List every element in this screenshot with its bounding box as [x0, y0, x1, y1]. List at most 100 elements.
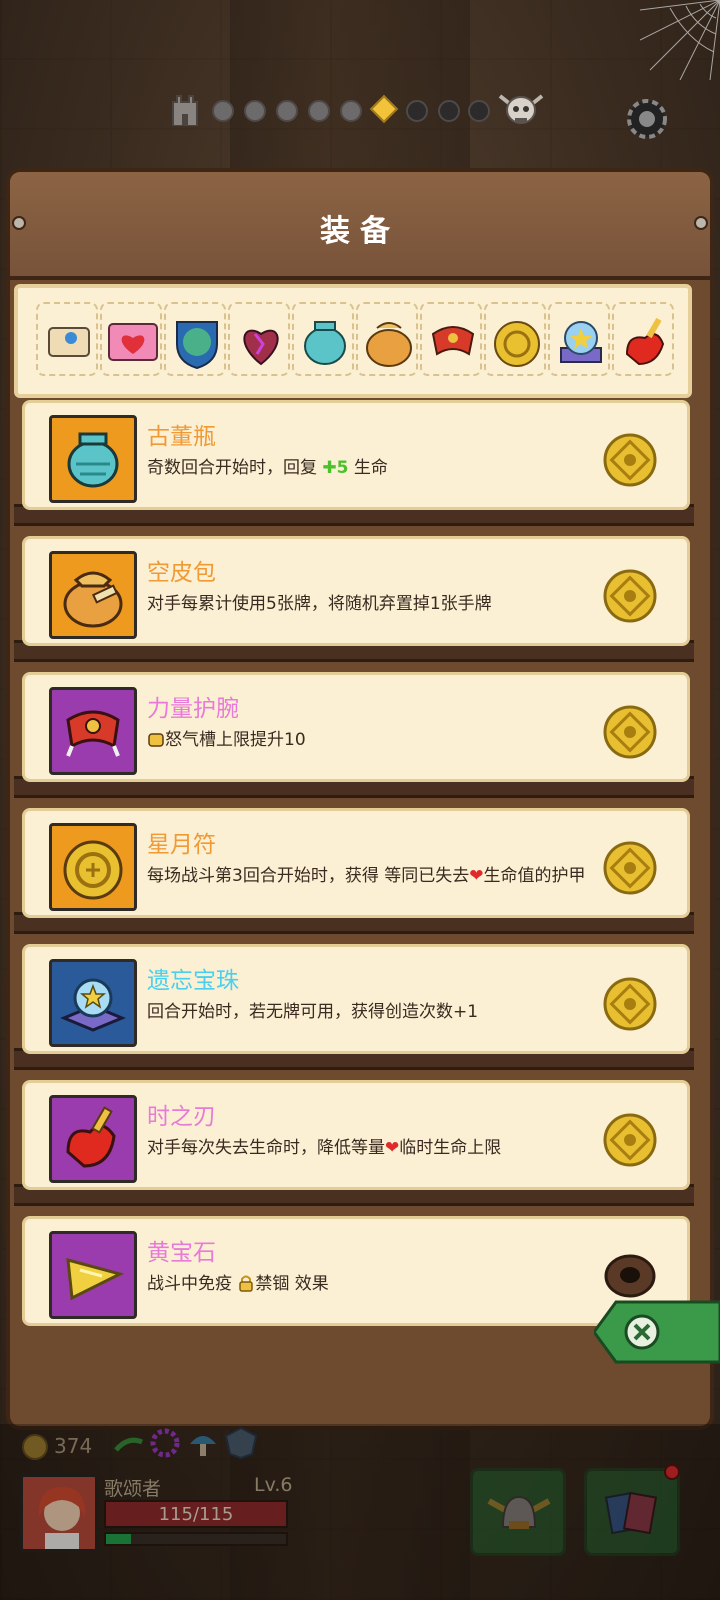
heart-icon: ❤ — [385, 1138, 400, 1158]
blade-icon — [66, 1106, 116, 1168]
item-description: 对手每次失去生命时，降低等量❤临时生命上限 — [147, 1138, 502, 1158]
strip-item-scroll[interactable] — [36, 302, 98, 376]
cards-icon — [604, 1491, 658, 1535]
xp-bar — [104, 1532, 288, 1546]
strip-item-bracer[interactable] — [420, 302, 482, 376]
equipment-card[interactable]: 古董瓶 奇数回合开始时，回复 ✚5 生命 — [22, 400, 690, 510]
player-hud: 374 歌颂者 Lv.6 115/115 — [0, 1424, 720, 1600]
vase-icon — [67, 432, 119, 488]
panel-title: 装备 — [320, 214, 400, 249]
bracer-icon — [431, 326, 475, 356]
stage-dot-8 — [438, 100, 460, 122]
strip-item-orb[interactable] — [548, 302, 610, 376]
xp-fill — [106, 1534, 132, 1544]
panel-header: 装备 — [6, 168, 714, 280]
gold-amount: 374 — [54, 1434, 93, 1458]
equipment-card[interactable]: 黄宝石 战斗中免疫 禁锢 效果 — [22, 1216, 690, 1326]
close-panel-button[interactable] — [594, 1300, 720, 1364]
equipment-card[interactable]: 星月符 每场战斗第3回合开始时，获得 等同已失去❤生命值的护甲 — [22, 808, 690, 918]
item-thumbnail — [49, 1231, 137, 1319]
item-description: 回合开始时，若无牌可用，获得创造次数+1 — [147, 1002, 479, 1022]
heal-plus-icon: ✚5 — [322, 458, 349, 478]
coin-icon[interactable] — [603, 1113, 657, 1167]
heart-icon: ❤ — [469, 866, 484, 886]
item-name: 黄宝石 — [147, 1240, 216, 1266]
strip-item-vase[interactable] — [292, 302, 354, 376]
item-thumbnail — [49, 415, 137, 503]
strip-item-amulet[interactable] — [484, 302, 546, 376]
item-description: 战斗中免疫 禁锢 效果 — [147, 1274, 329, 1294]
coin-icon[interactable] — [603, 841, 657, 895]
item-thumbnail — [49, 823, 137, 911]
coin-icon[interactable] — [603, 433, 657, 487]
stage-dot-1 — [212, 100, 234, 122]
scroll-icon — [48, 327, 90, 357]
amulet-icon — [494, 321, 540, 367]
strip-item-dark-heart[interactable] — [228, 302, 290, 376]
equipment-menu-button[interactable] — [470, 1468, 566, 1556]
player-name: 歌颂者 — [104, 1478, 162, 1500]
coin-icon[interactable] — [603, 569, 657, 623]
settings-gear-icon[interactable] — [620, 92, 674, 146]
item-thumbnail — [49, 959, 137, 1047]
stage-dot-2 — [244, 100, 266, 122]
shield-relic-icon[interactable] — [224, 1426, 258, 1460]
card-deck-button[interactable] — [584, 1468, 680, 1556]
strip-item-heart-box[interactable] — [100, 302, 162, 376]
item-thumbnail — [49, 687, 137, 775]
vase-icon — [304, 321, 346, 365]
floor-progress — [160, 92, 560, 132]
player-level: Lv.6 — [254, 1474, 293, 1496]
equipment-icon-strip — [14, 284, 692, 398]
lock-icon — [239, 1275, 254, 1292]
hp-bar: 115/115 — [104, 1500, 288, 1528]
equipment-card[interactable]: 空皮包 对手每累计使用5张牌，将随机弃置掉1张手牌 — [22, 536, 690, 646]
coin-icon[interactable] — [603, 705, 657, 759]
equipment-list: 古董瓶 奇数回合开始时，回复 ✚5 生命 空皮包 对手每累计使用5张牌，将随机弃… — [14, 400, 694, 1360]
dark-heart-icon — [243, 329, 279, 366]
equipment-card[interactable]: 遗忘宝珠 回合开始时，若无牌可用，获得创造次数+1 — [22, 944, 690, 1054]
singer-portrait-icon — [23, 1477, 95, 1549]
stage-dot-4 — [308, 100, 330, 122]
item-description: 每场战斗第3回合开始时，获得 等同已失去❤生命值的护甲 — [147, 866, 586, 886]
hp-text: 115/115 — [158, 1504, 234, 1525]
castle-icon — [172, 95, 198, 126]
spiderweb-decoration — [640, 0, 720, 80]
item-name: 空皮包 — [147, 560, 216, 586]
item-description: 奇数回合开始时，回复 ✚5 生命 — [147, 458, 388, 478]
orb-icon — [560, 321, 602, 363]
item-thumbnail — [49, 1095, 137, 1183]
lizard-relic-icon[interactable] — [112, 1426, 146, 1460]
gold-coin-icon — [22, 1434, 48, 1460]
rage-fist-icon — [148, 733, 164, 747]
item-description: 怒气槽上限提升10 — [147, 729, 597, 752]
ring-relic-icon[interactable] — [148, 1426, 182, 1460]
equipment-card[interactable]: 时之刃 对手每次失去生命时，降低等量❤临时生命上限 — [22, 1080, 690, 1190]
bracer-icon — [66, 710, 120, 757]
strip-item-monster-shield[interactable] — [164, 302, 226, 376]
current-stage-marker — [369, 94, 399, 124]
item-name: 古董瓶 — [147, 424, 216, 450]
item-name: 星月符 — [147, 832, 216, 858]
strip-item-bag[interactable] — [356, 302, 418, 376]
stage-dot-7 — [406, 100, 428, 122]
bag-icon — [366, 322, 412, 367]
gem-icon — [66, 1257, 125, 1301]
coin-icon[interactable] — [603, 977, 657, 1031]
empty-socket-icon[interactable] — [603, 1249, 657, 1303]
player-avatar[interactable] — [20, 1474, 98, 1552]
mushroom-relic-icon[interactable] — [186, 1426, 220, 1460]
strip-item-blade[interactable] — [612, 302, 674, 376]
orb-icon — [60, 978, 126, 1032]
stage-dot-3 — [276, 100, 298, 122]
equipment-card[interactable]: 力量护腕 怒气槽上限提升10 — [22, 672, 690, 782]
item-name: 遗忘宝珠 — [147, 968, 239, 994]
monster-shield-icon — [176, 321, 218, 370]
item-name: 力量护腕 — [147, 696, 239, 722]
amulet-icon — [63, 840, 123, 900]
heart-box-icon — [108, 323, 158, 361]
stage-dot-5 — [340, 100, 362, 122]
item-thumbnail — [49, 551, 137, 639]
item-name: 时之刃 — [147, 1104, 216, 1130]
notification-dot — [664, 1464, 680, 1480]
